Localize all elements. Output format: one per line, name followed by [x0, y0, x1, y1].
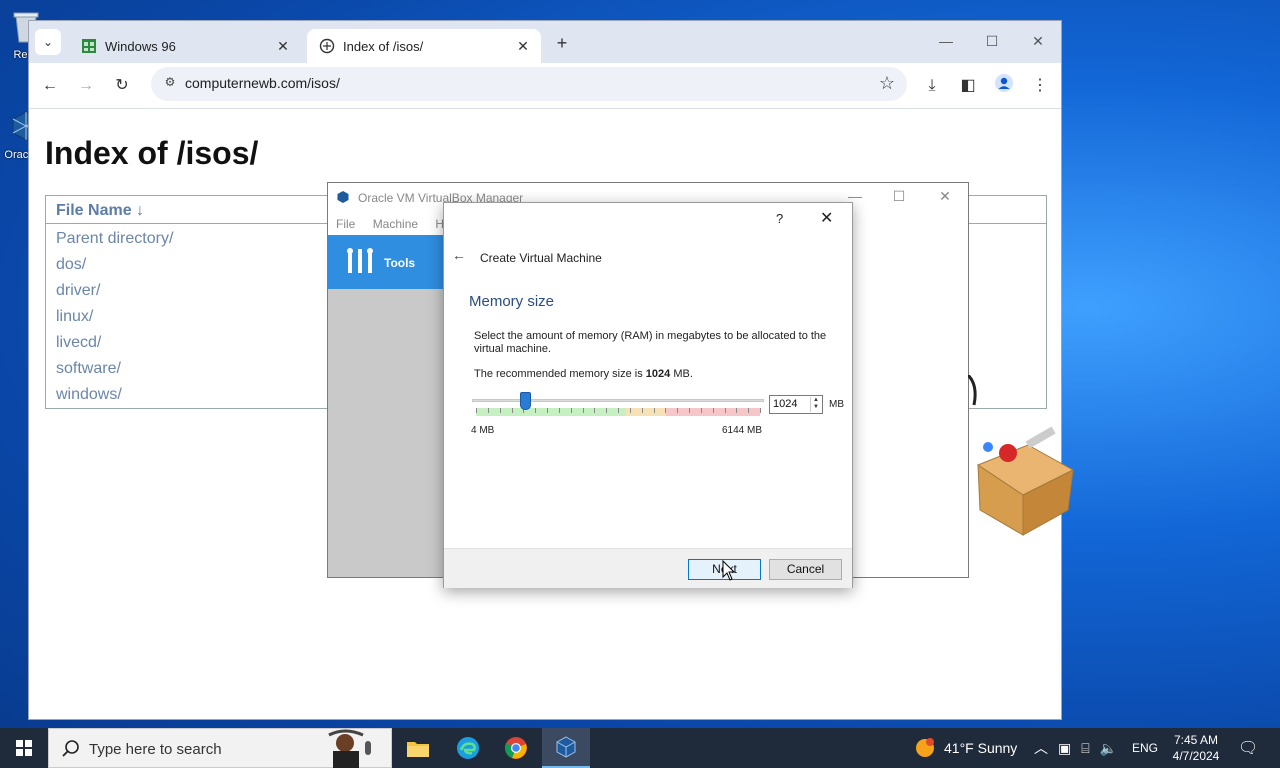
tools-label: Tools	[384, 256, 416, 270]
edge-icon	[457, 737, 479, 759]
sun-icon	[916, 738, 934, 757]
language-indicator[interactable]: ENG	[1132, 728, 1158, 768]
recommended-memory-text: The recommended memory size is 1024 MB.	[474, 368, 693, 380]
tray-icons: ︿ ▣ ⌸ 🔈	[1034, 728, 1117, 768]
volume-muted-icon[interactable]: 🔈	[1100, 740, 1117, 757]
tab-search-button[interactable]: ⌄	[35, 29, 61, 55]
weather-widget[interactable]: 41°F Sunny	[914, 728, 1017, 768]
slider-thumb[interactable]	[519, 392, 531, 410]
notification-icon: 🗨	[1238, 740, 1259, 757]
windows96-favicon-icon	[82, 39, 96, 53]
search-highlight-illustration-icon	[328, 729, 371, 768]
spin-arrows-icon[interactable]: ▲ ▼	[810, 397, 821, 412]
vbm-maximize-button[interactable]: ☐	[884, 188, 914, 205]
slider-track	[472, 399, 764, 402]
memory-value: 1024	[773, 398, 798, 410]
memory-slider[interactable]	[472, 392, 764, 413]
start-button[interactable]	[0, 728, 48, 768]
tab-title: Index of /isos/	[343, 38, 424, 54]
address-bar[interactable]: ⚙ computernewb.com/isos/ ☆	[151, 67, 907, 101]
tab-close-icon[interactable]: ✕	[273, 38, 293, 55]
taskbar-chrome[interactable]	[492, 728, 540, 768]
dialog-close-button[interactable]: ✕	[820, 208, 833, 228]
meet-now-icon[interactable]: ▣	[1058, 740, 1071, 757]
tab-close-icon[interactable]: ✕	[513, 38, 533, 55]
notifications-button[interactable]: 🗨	[1238, 728, 1258, 768]
tab-index-of-isos[interactable]: Index of /isos/ ✕	[307, 29, 541, 63]
profile-icon[interactable]	[991, 73, 1017, 99]
folder-icon	[407, 742, 429, 757]
close-window-button[interactable]: ✕	[1015, 29, 1061, 55]
chevron-down-icon: ⌄	[42, 35, 54, 49]
mouse-cursor-icon	[722, 560, 736, 581]
network-icon[interactable]: ⌸	[1081, 740, 1089, 757]
dialog-header: ? ✕	[444, 203, 852, 235]
maximize-button[interactable]: ☐	[969, 29, 1015, 55]
recommended-value: 1024	[645, 368, 671, 380]
back-arrow-icon[interactable]: ←	[452, 247, 466, 263]
minimize-button[interactable]: —	[923, 29, 969, 55]
recommended-suffix: MB.	[670, 368, 693, 380]
clock-time: 7:45 AM	[1173, 733, 1219, 747]
memory-unit: MB	[829, 399, 844, 410]
download-icon[interactable]: ⤓	[919, 73, 945, 99]
page-title: Index of /isos/	[45, 135, 259, 171]
slider-max-label: 6144 MB	[722, 425, 763, 436]
tools-icon	[347, 248, 373, 273]
side-panel-icon[interactable]: ◧	[955, 73, 981, 99]
page-favicon-icon	[319, 38, 335, 54]
virtualbox-icon	[556, 736, 576, 758]
taskbar-search-box[interactable]: Type here to search	[48, 728, 392, 768]
create-vm-dialog: ? ✕ ← Create Virtual Machine Memory size…	[443, 202, 853, 588]
help-button[interactable]: ?	[776, 211, 783, 226]
memory-description: Select the amount of memory (RAM) in meg…	[474, 330, 827, 355]
dialog-footer: Next Cancel	[444, 548, 852, 588]
slider-min-label: 4 MB	[471, 425, 495, 436]
section-title: Memory size	[469, 293, 555, 310]
search-icon	[62, 740, 79, 757]
toolbox-illustration-icon	[968, 375, 1075, 536]
menu-file[interactable]: File	[336, 217, 355, 231]
windows-logo-icon	[16, 740, 32, 756]
tab-title: Windows 96	[105, 38, 176, 54]
forward-button[interactable]: →	[73, 73, 99, 99]
site-info-icon[interactable]: ⚙	[161, 75, 179, 93]
url-text: computernewb.com/isos/	[185, 75, 340, 91]
browser-toolbar: ← → ↻ ⚙ computernewb.com/isos/ ☆ ⤓ ◧ ⋮	[29, 63, 1061, 109]
back-button[interactable]: ←	[37, 73, 63, 99]
vbm-close-button[interactable]: ✕	[930, 188, 960, 205]
search-placeholder: Type here to search	[89, 741, 222, 758]
weather-text: 41°F Sunny	[944, 740, 1018, 756]
recommended-prefix: The recommended memory size is	[474, 368, 646, 380]
cancel-button[interactable]: Cancel	[769, 559, 842, 580]
reload-button[interactable]: ↻	[109, 73, 135, 99]
new-tab-button[interactable]: +	[549, 31, 575, 57]
vbm-sidebar: Tools	[328, 235, 448, 577]
tab-windows-96[interactable]: Windows 96 ✕	[69, 29, 301, 63]
taskbar-file-explorer[interactable]	[394, 728, 442, 768]
memory-spinbox[interactable]: 1024 ▲ ▼	[769, 395, 823, 414]
virtualbox-icon	[337, 191, 349, 203]
chrome-icon	[504, 737, 527, 759]
dialog-title: Create Virtual Machine	[480, 251, 602, 265]
clock-date: 4/7/2024	[1172, 749, 1220, 763]
more-menu-icon[interactable]: ⋮	[1027, 73, 1053, 99]
menu-machine[interactable]: Machine	[373, 217, 418, 231]
bookmark-star-icon[interactable]: ☆	[879, 73, 895, 94]
taskbar-virtualbox[interactable]	[542, 728, 590, 768]
taskbar: Type here to search 41°F Sunny ︿ ▣ ⌸ 🔈 E…	[0, 728, 1280, 768]
taskbar-clock[interactable]: 7:45 AM 4/7/2024	[1168, 732, 1224, 764]
tab-strip: ⌄ Windows 96 ✕ Index of /isos/ ✕ + — ☐ ✕	[29, 21, 1061, 63]
taskbar-edge[interactable]	[444, 728, 492, 768]
chevron-up-icon[interactable]: ︿	[1034, 738, 1048, 758]
tools-item[interactable]: Tools	[328, 235, 448, 289]
